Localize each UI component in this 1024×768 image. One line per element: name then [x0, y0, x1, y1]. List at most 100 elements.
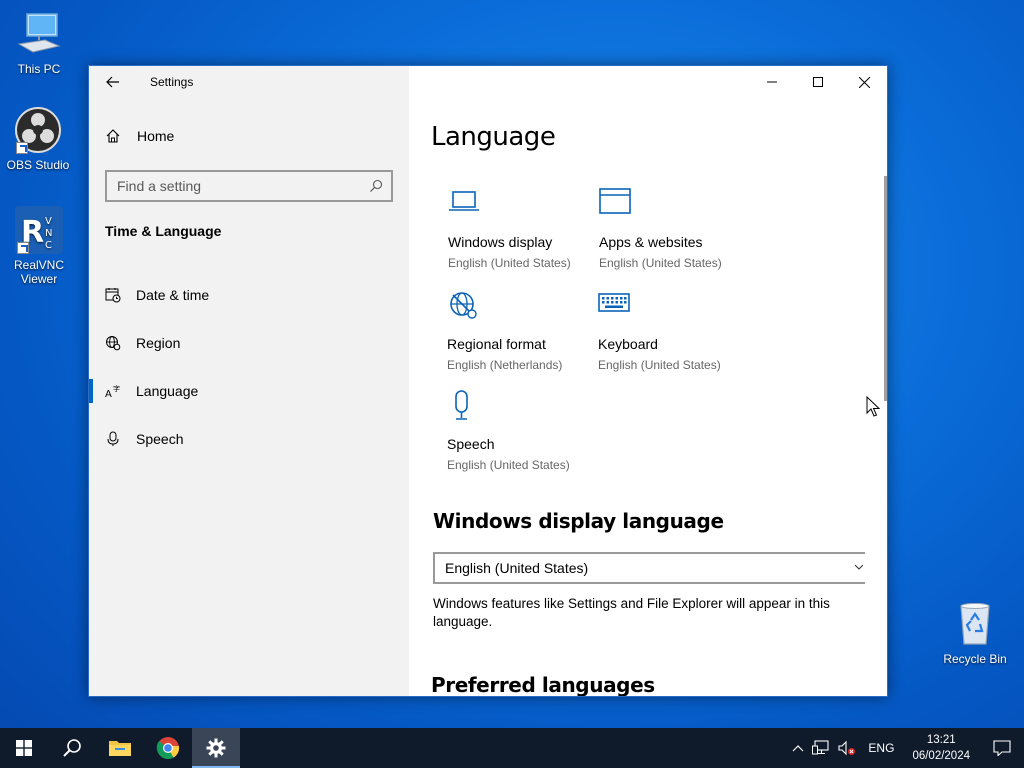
obs-studio-icon [14, 106, 62, 154]
sidebar-item-label: Region [136, 335, 181, 351]
home-icon [106, 129, 120, 143]
window-title: Settings [150, 75, 194, 89]
sidebar-item-speech[interactable]: Speech [89, 415, 409, 463]
minimize-icon [767, 81, 777, 83]
network-icon [812, 740, 829, 755]
file-explorer-button[interactable] [96, 728, 144, 768]
settings-taskbar-button[interactable] [192, 728, 240, 768]
window-controls [749, 66, 887, 98]
svg-text:V: V [45, 216, 52, 227]
shortcut-arrow-icon [17, 242, 29, 254]
sidebar-item-label: Speech [136, 431, 184, 447]
volume-muted-icon [838, 740, 856, 756]
arrow-left-icon [106, 76, 119, 88]
tile-subtitle: English (Netherlands) [447, 358, 563, 372]
sidebar-nav: Date & time Region A 字 Language Speech [89, 271, 409, 463]
desktop-icon-recycle-bin[interactable]: Recycle Bin [938, 600, 1012, 666]
chevron-up-icon [792, 745, 804, 752]
notifications-button[interactable] [980, 728, 1024, 768]
tile-name: Speech [447, 436, 495, 452]
search-icon [63, 739, 81, 757]
computer-icon [15, 10, 63, 58]
keyboard-icon [598, 290, 748, 326]
desktop-icon-obs-studio[interactable]: OBS Studio [1, 106, 75, 172]
desktop-icon-label: OBS Studio [6, 158, 70, 172]
shortcut-arrow-icon [16, 142, 28, 154]
input-language-label: ENG [868, 741, 895, 755]
network-button[interactable] [808, 728, 834, 768]
notification-icon [993, 740, 1011, 756]
clock-time: 13:21 [926, 734, 956, 746]
tile-windows-display[interactable]: Windows display English (United States) [448, 188, 598, 270]
settings-window: Settings Home Time & Language [88, 65, 888, 697]
chrome-icon [156, 737, 180, 759]
tile-subtitle: English (United States) [599, 256, 722, 270]
tile-name: Windows display [448, 234, 553, 250]
volume-button[interactable] [834, 728, 860, 768]
back-button[interactable] [89, 66, 137, 98]
search-input[interactable] [117, 178, 357, 194]
system-tray: ENG 13:21 06/02/2024 [788, 728, 1024, 768]
microphone-icon [447, 390, 597, 426]
svg-text:C: C [45, 240, 52, 251]
globe-icon [105, 335, 121, 351]
chrome-button[interactable] [144, 728, 192, 768]
input-language-button[interactable]: ENG [860, 728, 902, 768]
title-bar: Settings [89, 66, 409, 98]
recycle-bin-icon [951, 600, 999, 648]
folder-icon [109, 741, 131, 756]
realvnc-icon: R V N C [15, 206, 63, 254]
svg-text:字: 字 [113, 384, 120, 393]
show-hidden-icons-button[interactable] [788, 728, 808, 768]
tile-name: Keyboard [598, 336, 658, 352]
sidebar-item-date-time[interactable]: Date & time [89, 271, 409, 319]
laptop-icon [448, 188, 598, 224]
dropdown-value: English (United States) [445, 560, 589, 576]
search-icon[interactable] [369, 179, 383, 193]
display-language-description: Windows features like Settings and File … [433, 596, 830, 629]
search-button[interactable] [48, 728, 96, 768]
svg-text:A: A [105, 389, 112, 399]
svg-text:N: N [45, 228, 52, 239]
mouse-cursor-icon [866, 396, 880, 417]
close-button[interactable] [841, 66, 887, 98]
clock-button[interactable]: 13:21 06/02/2024 [902, 732, 980, 764]
maximize-icon [813, 77, 823, 87]
home-label: Home [137, 128, 175, 144]
tile-subtitle: English (United States) [598, 358, 721, 372]
desktop-icon-label: RealVNC Viewer [13, 258, 64, 286]
sidebar-item-region[interactable]: Region [89, 319, 409, 367]
preferred-languages-title: Preferred languages [431, 673, 655, 696]
chevron-down-icon [855, 564, 863, 570]
calendar-clock-icon [105, 287, 121, 303]
desktop-icon-realvnc-viewer[interactable]: R V N C RealVNC Viewer [2, 206, 76, 286]
section-title: Time & Language [105, 223, 222, 239]
tile-regional-format[interactable]: Regional format English (Netherlands) [447, 290, 597, 372]
tile-name: Regional format [447, 336, 546, 352]
maximize-button[interactable] [795, 66, 841, 98]
close-icon [858, 76, 870, 88]
windows-logo-icon [16, 740, 32, 756]
sidebar-item-language[interactable]: A 字 Language [89, 367, 409, 415]
tile-apps-websites[interactable]: Apps & websites English (United States) [599, 188, 749, 270]
clock-date: 06/02/2024 [912, 750, 970, 762]
regional-format-icon [447, 290, 597, 326]
language-icon: A 字 [105, 383, 121, 399]
tile-keyboard[interactable]: Keyboard English (United States) [598, 290, 748, 372]
tile-speech[interactable]: Speech English (United States) [447, 390, 597, 472]
sidebar-item-label: Language [136, 383, 199, 399]
start-button[interactable] [0, 728, 48, 768]
display-language-dropdown[interactable]: English (United States) [433, 552, 865, 584]
scrollbar[interactable] [884, 176, 887, 401]
minimize-button[interactable] [749, 66, 795, 98]
sidebar-home[interactable]: Home [105, 128, 174, 144]
desktop-icon-this-pc[interactable]: This PC [2, 10, 76, 76]
search-box[interactable] [105, 170, 393, 202]
taskbar: ENG 13:21 06/02/2024 [0, 728, 1024, 768]
window-icon [599, 188, 749, 224]
sidebar: Settings Home Time & Language [89, 66, 409, 696]
tile-subtitle: English (United States) [447, 458, 570, 472]
microphone-icon [105, 431, 121, 447]
desktop-icon-label: This PC [17, 62, 61, 76]
tile-subtitle: English (United States) [448, 256, 571, 270]
